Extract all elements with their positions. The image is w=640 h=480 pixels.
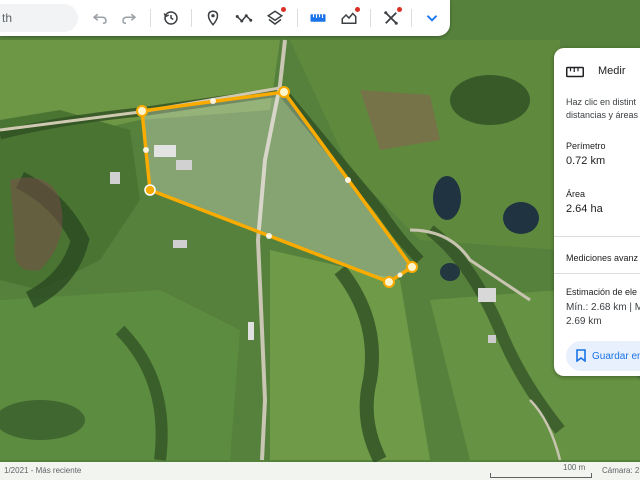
toolbar-divider — [411, 9, 412, 27]
toolbar-divider — [191, 9, 192, 27]
farm-building-5 — [248, 322, 254, 340]
perimeter-value: 0.72 km — [566, 155, 606, 167]
scale-bar — [490, 473, 592, 478]
panel-title: Medir — [598, 65, 626, 77]
save-button-label: Guardar en — [592, 350, 640, 362]
bookmark-icon — [576, 349, 586, 365]
midpoint-handle[interactable] — [397, 272, 403, 278]
notification-badge — [397, 7, 402, 12]
camera-altitude: Cámara: 23 — [602, 466, 640, 475]
undo-icon[interactable] — [88, 6, 112, 30]
pond-1 — [433, 176, 461, 220]
area-value: 2.64 ha — [566, 203, 603, 215]
history-icon[interactable] — [159, 6, 183, 30]
panel-divider — [554, 273, 640, 274]
midpoint-handle[interactable] — [345, 177, 351, 183]
farm-building-6 — [478, 288, 496, 302]
area-label: Área — [566, 189, 586, 199]
notification-badge — [355, 7, 360, 12]
pin-icon[interactable] — [201, 6, 225, 30]
tools-icon[interactable] — [379, 6, 403, 30]
panel-divider — [554, 236, 640, 237]
vertex-handle[interactable] — [406, 261, 418, 273]
farm-building-4 — [173, 240, 187, 248]
elevation-min-max: Mín.: 2.68 km | M — [566, 302, 640, 313]
search-input[interactable] — [0, 4, 78, 32]
vertex-handle[interactable] — [278, 86, 290, 98]
scale-label: 100 m — [563, 463, 586, 472]
toolbar-divider — [297, 9, 298, 27]
vertex-handle-active[interactable] — [144, 184, 156, 196]
perimeter-label: Perímetro — [566, 141, 606, 151]
layers-icon[interactable] — [263, 6, 287, 30]
elevation-second-value: 2.69 km — [566, 316, 602, 327]
midpoint-handle[interactable] — [210, 98, 216, 104]
elevation-estimate-label: Estimación de ele — [566, 287, 638, 297]
ruler-icon[interactable] — [306, 6, 330, 30]
redo-icon[interactable] — [117, 6, 141, 30]
path-icon[interactable] — [232, 6, 256, 30]
farm-building-3 — [110, 172, 120, 184]
vertex-handle[interactable] — [383, 276, 395, 288]
tree-cluster-north-east — [450, 75, 530, 125]
save-button[interactable]: Guardar en — [566, 341, 640, 371]
top-toolbar — [0, 0, 450, 36]
satellite-map[interactable] — [0, 0, 640, 480]
instructions-line-1: Haz clic en distint — [566, 97, 637, 107]
toolbar-divider — [370, 9, 371, 27]
vertex-handle[interactable] — [136, 105, 148, 117]
chevron-down-icon[interactable] — [420, 6, 444, 30]
imagery-date: 1/2021 - Más reciente — [4, 466, 82, 475]
toolbar-divider — [150, 9, 151, 27]
measure-panel: Medir Haz clic en distint distancias y á… — [554, 48, 640, 376]
instructions-line-2: distancias y áreas — [566, 110, 639, 120]
elevation-icon[interactable] — [337, 6, 361, 30]
midpoint-handle[interactable] — [143, 147, 149, 153]
midpoint-handle[interactable] — [266, 233, 272, 239]
pond-3 — [440, 263, 460, 281]
farm-building-7 — [488, 335, 496, 343]
notification-badge — [281, 7, 286, 12]
ruler-icon — [566, 65, 584, 83]
advanced-measurements-label[interactable]: Mediciones avanz — [566, 253, 638, 263]
pond-2 — [503, 202, 539, 234]
